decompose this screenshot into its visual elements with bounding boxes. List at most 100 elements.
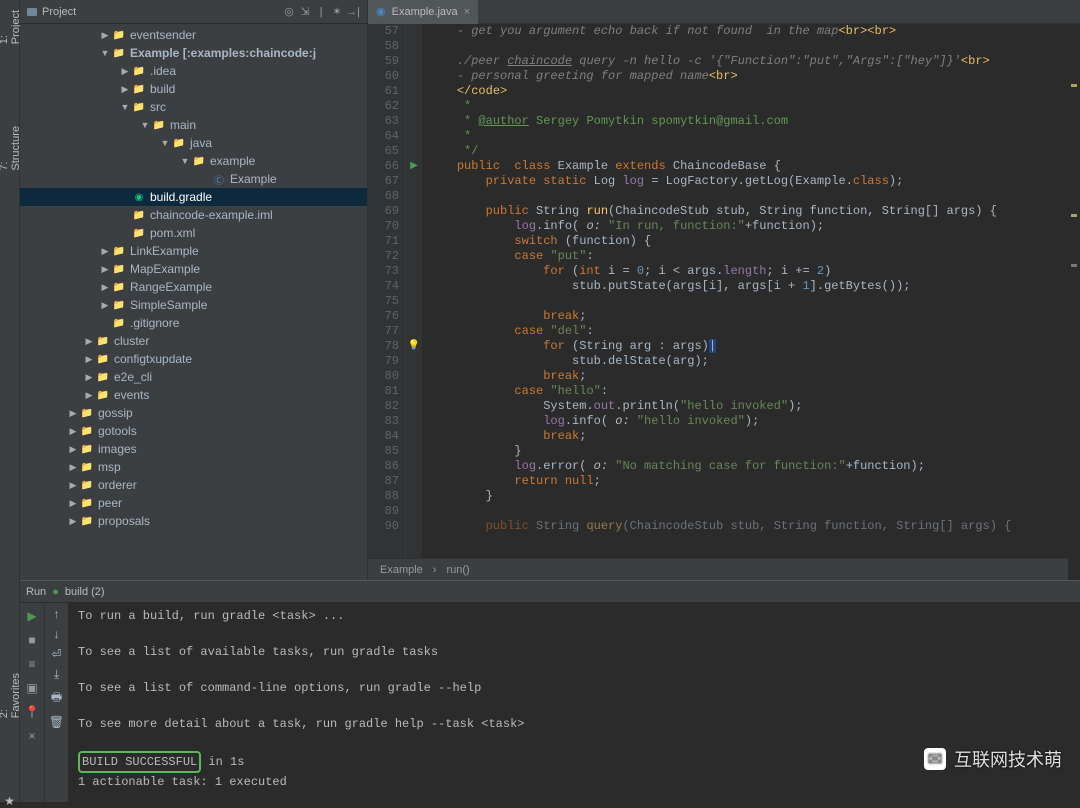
tree-row[interactable]: ▶📁configtxupdate bbox=[20, 350, 367, 368]
down-icon[interactable]: ↓ bbox=[54, 627, 60, 641]
tree-row[interactable]: ▶📁RangeExample bbox=[20, 278, 367, 296]
layout-icon[interactable]: ▣ bbox=[23, 679, 41, 697]
expand-arrow-icon[interactable]: ▶ bbox=[84, 354, 94, 364]
favorites-star-icon[interactable]: ★ bbox=[4, 794, 15, 808]
project-tree[interactable]: ▶📁eventsender▼📁Example [:examples:chainc… bbox=[20, 24, 367, 580]
tree-row[interactable]: ▶📁images bbox=[20, 440, 367, 458]
tree-row[interactable]: ▼📁main bbox=[20, 116, 367, 134]
expand-arrow-icon bbox=[120, 228, 130, 238]
editor-scrollbar[interactable] bbox=[1068, 24, 1080, 580]
project-panel: Project ◎ ⇲ | ✶ →| ▶📁eventsender▼📁Exampl… bbox=[20, 0, 368, 580]
expand-arrow-icon[interactable]: ▶ bbox=[100, 30, 110, 40]
print-icon[interactable]: 🖶 bbox=[51, 688, 62, 709]
gutter-space bbox=[406, 204, 422, 219]
watermark-text: 互联网技术萌 bbox=[954, 746, 1062, 772]
tree-row[interactable]: ▶📁MapExample bbox=[20, 260, 367, 278]
tree-row[interactable]: ▼📁example bbox=[20, 152, 367, 170]
expand-arrow-icon[interactable]: ▶ bbox=[120, 66, 130, 76]
tree-row[interactable]: ▶📁.idea bbox=[20, 62, 367, 80]
expand-arrow-icon[interactable]: ▼ bbox=[160, 138, 170, 148]
scroll-icon[interactable]: ⤓ bbox=[54, 667, 59, 682]
tree-row[interactable]: ▶📁cluster bbox=[20, 332, 367, 350]
tree-row[interactable]: ▶📁eventsender bbox=[20, 26, 367, 44]
tree-row[interactable]: ▶📁msp bbox=[20, 458, 367, 476]
tree-row[interactable]: ▶📁proposals bbox=[20, 512, 367, 530]
file-icon: 📁 bbox=[112, 244, 126, 258]
tree-row[interactable]: ◉build.gradle bbox=[20, 188, 367, 206]
tree-row[interactable]: ▶📁peer bbox=[20, 494, 367, 512]
gutter-space bbox=[406, 444, 422, 459]
expand-arrow-icon[interactable]: ▶ bbox=[68, 444, 78, 454]
tree-row[interactable]: ▼📁Example [:examples:chaincode:j bbox=[20, 44, 367, 62]
file-icon: 📁 bbox=[132, 82, 146, 96]
tree-row[interactable]: ▶📁SimpleSample bbox=[20, 296, 367, 314]
expand-arrow-icon[interactable]: ▶ bbox=[68, 426, 78, 436]
project-panel-header: Project ◎ ⇲ | ✶ →| bbox=[20, 0, 367, 24]
tree-label: build bbox=[150, 82, 175, 96]
gutter-space bbox=[406, 354, 422, 369]
expand-arrow-icon[interactable]: ▶ bbox=[100, 264, 110, 274]
gutter-space bbox=[406, 414, 422, 429]
tree-row[interactable]: ▼📁java bbox=[20, 134, 367, 152]
tree-row[interactable]: ▶📁events bbox=[20, 386, 367, 404]
wrap-icon[interactable]: ⏎ bbox=[51, 647, 61, 661]
tree-label: peer bbox=[98, 496, 122, 510]
expand-arrow-icon[interactable]: ▶ bbox=[100, 246, 110, 256]
gutter-space bbox=[406, 294, 422, 309]
expand-arrow-icon[interactable]: ▼ bbox=[180, 156, 190, 166]
trash-icon[interactable]: 🗑 bbox=[49, 715, 64, 729]
expand-arrow-icon[interactable]: ▶ bbox=[120, 84, 130, 94]
expand-arrow-icon[interactable]: ▶ bbox=[100, 282, 110, 292]
tree-row[interactable]: ▶📁e2e_cli bbox=[20, 368, 367, 386]
run-console[interactable]: To run a build, run gradle <task> ... To… bbox=[68, 603, 1080, 802]
tree-row[interactable]: ▶📁 build bbox=[20, 80, 367, 98]
gutter-space bbox=[406, 84, 422, 99]
tree-label: chaincode-example.iml bbox=[150, 208, 273, 222]
tree-row[interactable]: ▼📁src bbox=[20, 98, 367, 116]
tab-close-icon[interactable]: × bbox=[464, 6, 470, 18]
code-area[interactable]: 5758596061626364656667686970717273747576… bbox=[368, 24, 1080, 558]
expand-arrow-icon[interactable]: ▼ bbox=[140, 120, 150, 130]
watermark: ✉ 互联网技术萌 bbox=[924, 746, 1062, 772]
file-icon: 📁 bbox=[152, 118, 166, 132]
tree-row[interactable]: ⒸExample bbox=[20, 170, 367, 188]
marker-gutter: ▶💡 bbox=[406, 24, 422, 558]
tree-row[interactable]: ▶📁orderer bbox=[20, 476, 367, 494]
editor-breadcrumb[interactable]: Example › run() bbox=[368, 558, 1080, 580]
code-content[interactable]: - get you argument echo back if not foun… bbox=[422, 24, 1080, 558]
gutter-space bbox=[406, 324, 422, 339]
target-icon[interactable]: ◎ bbox=[281, 4, 297, 20]
pin-icon[interactable]: 📍 bbox=[23, 703, 41, 721]
expand-arrow-icon[interactable]: ▶ bbox=[84, 336, 94, 346]
hide-icon[interactable]: →| bbox=[345, 4, 361, 20]
expand-arrow-icon[interactable]: ▼ bbox=[100, 48, 110, 58]
breadcrumb-method[interactable]: run() bbox=[446, 564, 469, 576]
expand-arrow-icon[interactable]: ▼ bbox=[120, 102, 130, 112]
expand-arrow-icon[interactable]: ▶ bbox=[84, 372, 94, 382]
gear-icon[interactable]: ✶ bbox=[329, 4, 345, 20]
tree-row[interactable]: ▶📁LinkExample bbox=[20, 242, 367, 260]
tree-row[interactable]: ▶📁gotools bbox=[20, 422, 367, 440]
expand-arrow-icon[interactable]: ▶ bbox=[68, 480, 78, 490]
run-gutter-icon[interactable]: ▶ bbox=[406, 159, 422, 174]
up-icon[interactable]: ↑ bbox=[54, 607, 60, 621]
rerun-icon[interactable]: ▶ bbox=[23, 607, 41, 625]
tree-row[interactable]: 📁.gitignore bbox=[20, 314, 367, 332]
tree-row[interactable]: 📁chaincode-example.iml bbox=[20, 206, 367, 224]
close-run-icon[interactable]: × bbox=[23, 727, 41, 745]
stop-icon[interactable]: ■ bbox=[23, 631, 41, 649]
expand-arrow-icon[interactable]: ▶ bbox=[68, 498, 78, 508]
expand-arrow-icon[interactable]: ▶ bbox=[84, 390, 94, 400]
filter-icon[interactable]: ≡ bbox=[23, 655, 41, 673]
expand-arrow-icon bbox=[120, 192, 130, 202]
editor-tab[interactable]: ◉ Example.java × bbox=[368, 0, 478, 24]
intention-bulb-icon[interactable]: 💡 bbox=[406, 339, 422, 354]
expand-arrow-icon[interactable]: ▶ bbox=[68, 408, 78, 418]
expand-icon[interactable]: ⇲ bbox=[297, 4, 313, 20]
expand-arrow-icon[interactable]: ▶ bbox=[68, 516, 78, 526]
expand-arrow-icon[interactable]: ▶ bbox=[68, 462, 78, 472]
tree-row[interactable]: 📁pom.xml bbox=[20, 224, 367, 242]
expand-arrow-icon[interactable]: ▶ bbox=[100, 300, 110, 310]
breadcrumb-class[interactable]: Example bbox=[380, 564, 423, 576]
tree-row[interactable]: ▶📁gossip bbox=[20, 404, 367, 422]
